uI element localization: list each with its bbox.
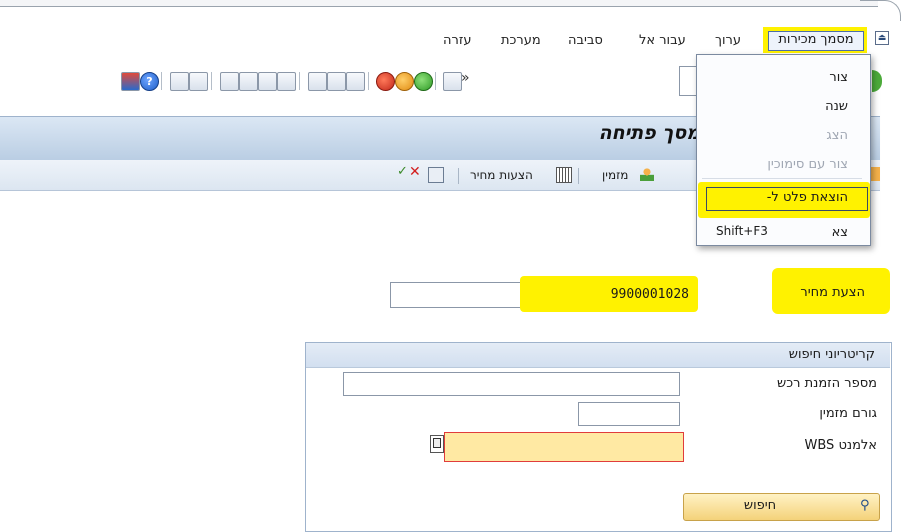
menu-item-create-with-reference: צור עם סימוכין: [767, 157, 848, 172]
quotes-button-label[interactable]: הצעות מחיר: [470, 168, 533, 182]
print-icon[interactable]: [346, 72, 365, 91]
save-icon[interactable]: [443, 72, 462, 91]
check-icon[interactable]: ✓: [397, 164, 408, 179]
customer-button-label[interactable]: מזמין: [602, 168, 628, 182]
window-frame-top: [0, 0, 880, 7]
po-number-label: מספר הזמנת רכש: [777, 376, 877, 391]
delete-icon[interactable]: ✕: [409, 164, 421, 180]
toolbar-separator: [578, 168, 579, 184]
customer-icon[interactable]: [640, 167, 654, 181]
wbs-label: אלמנט WBS: [804, 438, 877, 453]
quote-value[interactable]: 9900001028: [525, 287, 689, 302]
new-session-icon[interactable]: [189, 72, 208, 91]
next-page-icon[interactable]: [258, 72, 277, 91]
table-icon[interactable]: [556, 167, 572, 183]
menu-bar: [0, 20, 880, 50]
toolbar-separator: [211, 72, 212, 90]
menu-item-display: הצג: [826, 128, 848, 143]
exit-shortcut: Shift+F3: [716, 224, 768, 238]
toolbar-separator: [458, 168, 459, 184]
toolbar-separator: [435, 72, 436, 90]
menu-sales-document-label: מסמך מכירות: [778, 32, 854, 47]
find-icon[interactable]: [308, 72, 327, 91]
red-circle-icon[interactable]: [376, 72, 395, 91]
green-circle-icon[interactable]: [414, 72, 433, 91]
po-number-input[interactable]: [343, 372, 680, 396]
quote-label: הצעת מחיר: [800, 285, 865, 300]
last-page-icon[interactable]: [277, 72, 296, 91]
help-icon[interactable]: ?: [140, 72, 159, 91]
binoculars-icon: ⚲: [860, 498, 870, 513]
exit-icon[interactable]: ⏏: [875, 31, 889, 45]
menu-item-create[interactable]: צור: [698, 70, 848, 85]
menu-goto[interactable]: עבור אל: [639, 33, 686, 48]
double-chevron-icon[interactable]: »: [461, 70, 470, 86]
value-help-icon-inner: [433, 438, 441, 448]
menu-environment[interactable]: סביבה: [568, 33, 603, 48]
create-shortcut-icon[interactable]: [170, 72, 189, 91]
customer-label: גורם מזמין: [819, 406, 877, 421]
document-icon[interactable]: [428, 167, 444, 183]
group-title: קריטריוני חיפוש: [788, 347, 875, 362]
find-next-icon[interactable]: [327, 72, 346, 91]
search-button-label: חיפוש: [743, 498, 777, 513]
toolbar-separator: [161, 72, 162, 90]
previous-page-icon[interactable]: [239, 72, 258, 91]
menu-help[interactable]: עזרה: [443, 33, 471, 48]
first-page-icon[interactable]: [220, 72, 239, 91]
menu-separator: [702, 178, 862, 179]
window-corner: [860, 0, 901, 21]
toolbar-separator: [368, 72, 369, 90]
customer-input[interactable]: [578, 402, 680, 426]
toolbar-separator: [299, 72, 300, 90]
page-title: מסך פתיחה: [598, 122, 700, 144]
menu-system[interactable]: מערכת: [501, 33, 541, 48]
wbs-input[interactable]: [444, 432, 684, 462]
customize-layout-icon[interactable]: [121, 72, 140, 91]
menu-item-change[interactable]: שנה: [698, 99, 848, 114]
orange-circle-icon[interactable]: [395, 72, 414, 91]
menu-edit[interactable]: ערוך: [715, 33, 741, 48]
menu-item-output-to-label: הוצאת פלט ל-: [766, 190, 848, 205]
